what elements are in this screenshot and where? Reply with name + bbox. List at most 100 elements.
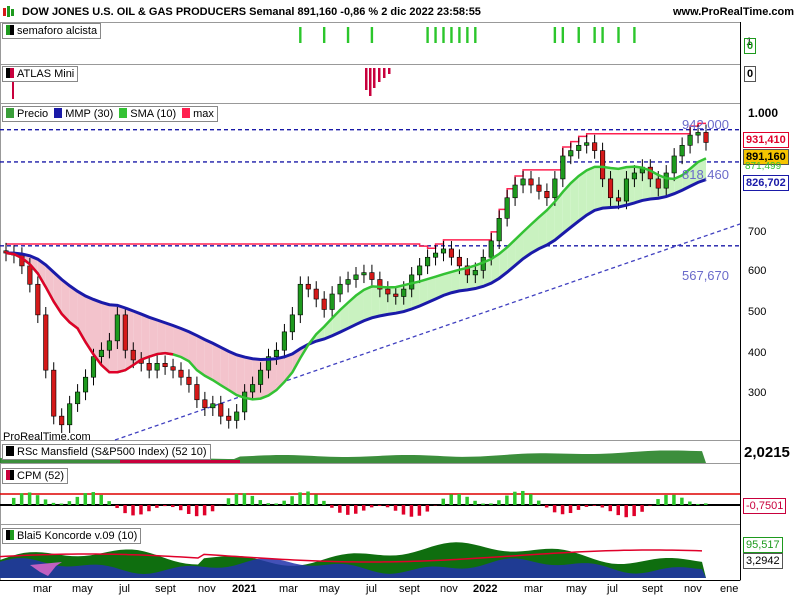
rsc-panel-label[interactable]: RSc Mansfield (S&P500 Index) (52 10) [2, 444, 211, 460]
cpm-bar [521, 490, 525, 505]
candle-body [281, 331, 287, 351]
candle-body [679, 145, 685, 157]
candle-body [345, 279, 351, 285]
candle-body [122, 314, 128, 351]
candle-body [337, 283, 343, 295]
candle-body [512, 184, 518, 199]
cpm-bar [401, 505, 406, 515]
cpm-panel-label[interactable]: CPM (52) [2, 468, 69, 484]
candle-body [146, 363, 152, 371]
cpm-bar [592, 505, 597, 506]
cpm-bar [552, 505, 557, 513]
candle-body [114, 314, 120, 342]
x-axis-label: mar [524, 583, 543, 595]
cpm-bar [123, 505, 127, 514]
x-axis-label: jul [366, 583, 378, 595]
cpm-bar [481, 503, 485, 505]
candle-body [106, 340, 112, 351]
cpm-bar [99, 494, 103, 505]
cpm-bar [274, 503, 278, 505]
cpm-bar [115, 505, 119, 509]
atlas-bar [369, 68, 372, 96]
candle-body [250, 384, 256, 393]
cpm-bar [385, 505, 390, 508]
x-axis-label: sept [399, 583, 420, 595]
cpm-bar [338, 505, 342, 513]
x-axis-label: jul [607, 583, 619, 595]
candle-body [329, 293, 335, 310]
candle-body [393, 293, 399, 297]
cpm-bar [322, 500, 326, 505]
cpm-bar [568, 505, 573, 514]
candle-body [313, 288, 319, 300]
cpm-bar [608, 505, 613, 512]
candle-body [607, 178, 614, 199]
cpm-bar [473, 500, 477, 505]
candle-body [369, 272, 375, 280]
chart-title-bar: DOW JONES U.S. OIL & GAS PRODUCERS Seman… [2, 2, 798, 22]
ma-cloud [141, 314, 150, 360]
candle-body [417, 265, 423, 276]
candle-body [385, 288, 391, 295]
candle-body [671, 155, 677, 174]
instrument-title: DOW JONES U.S. OIL & GAS PRODUCERS Seman… [22, 6, 481, 18]
candle-body [615, 197, 622, 202]
cpm-bar [656, 499, 660, 505]
candle-body [425, 256, 431, 267]
cpm-value-badge: -0,7501 [743, 498, 787, 514]
cpm-bar [330, 505, 334, 508]
koncorde-panel-label[interactable]: Blai5 Koncorde v.09 (10) [2, 528, 142, 544]
ma-cloud [204, 339, 213, 381]
cpm-bar [600, 505, 605, 508]
candle-body [432, 252, 439, 258]
semaforo-bar [633, 27, 636, 43]
watermark: ProRealTime.com [3, 431, 91, 443]
cpm-bar [290, 496, 294, 505]
semaforo-bar [617, 27, 620, 43]
price-legend[interactable]: Precio MMP (30) SMA (10) max [2, 106, 218, 122]
candle-body [584, 142, 590, 146]
cpm-bar [560, 505, 565, 515]
candle-body [59, 415, 65, 426]
cpm-bar [147, 505, 151, 512]
cpm-bar [171, 505, 175, 508]
candle-body [448, 248, 455, 258]
cpm-bar [258, 500, 263, 505]
panel-swatch-icon [6, 446, 14, 456]
candle-body [194, 384, 200, 401]
semaforo-bar [553, 27, 557, 43]
atlas-panel-label[interactable]: ATLAS Mini [2, 66, 79, 82]
panel-swatch-icon [6, 25, 14, 35]
site-url[interactable]: www.ProRealTime.com [673, 6, 794, 18]
semaforo-bar [458, 27, 461, 43]
price-axis-tick: 400 [748, 347, 767, 359]
price-panel [0, 103, 741, 441]
candle-body [488, 240, 494, 258]
candle-body [663, 172, 669, 189]
semaforo-bar [442, 27, 445, 43]
atlas-bar [383, 68, 386, 78]
cpm-bar [67, 501, 72, 505]
cpm-bar [640, 505, 644, 512]
candle-body [703, 132, 709, 143]
candle-body [552, 178, 558, 199]
candle-body [226, 415, 232, 421]
semaforo-panel-label[interactable]: semaforo alcista [2, 23, 102, 39]
x-axis-label: sept [155, 583, 176, 595]
semaforo-bar [561, 27, 565, 43]
cpm-bar [250, 495, 255, 505]
cpm-bar [529, 494, 533, 505]
candle-body [210, 403, 216, 409]
candle-body [401, 288, 407, 297]
cpm-bar [624, 505, 628, 518]
cpm-bar [632, 505, 636, 517]
x-axis-label: ene [720, 583, 739, 595]
cpm-bar [441, 498, 445, 505]
legend-swatch-icon [6, 108, 14, 118]
cpm-bar [234, 493, 239, 505]
cpm-bar [425, 505, 430, 512]
candle-body [297, 283, 303, 316]
mmp-value-badge: 826,702 [743, 175, 789, 191]
semaforo-bar [346, 27, 350, 43]
atlas-bar [378, 68, 381, 82]
